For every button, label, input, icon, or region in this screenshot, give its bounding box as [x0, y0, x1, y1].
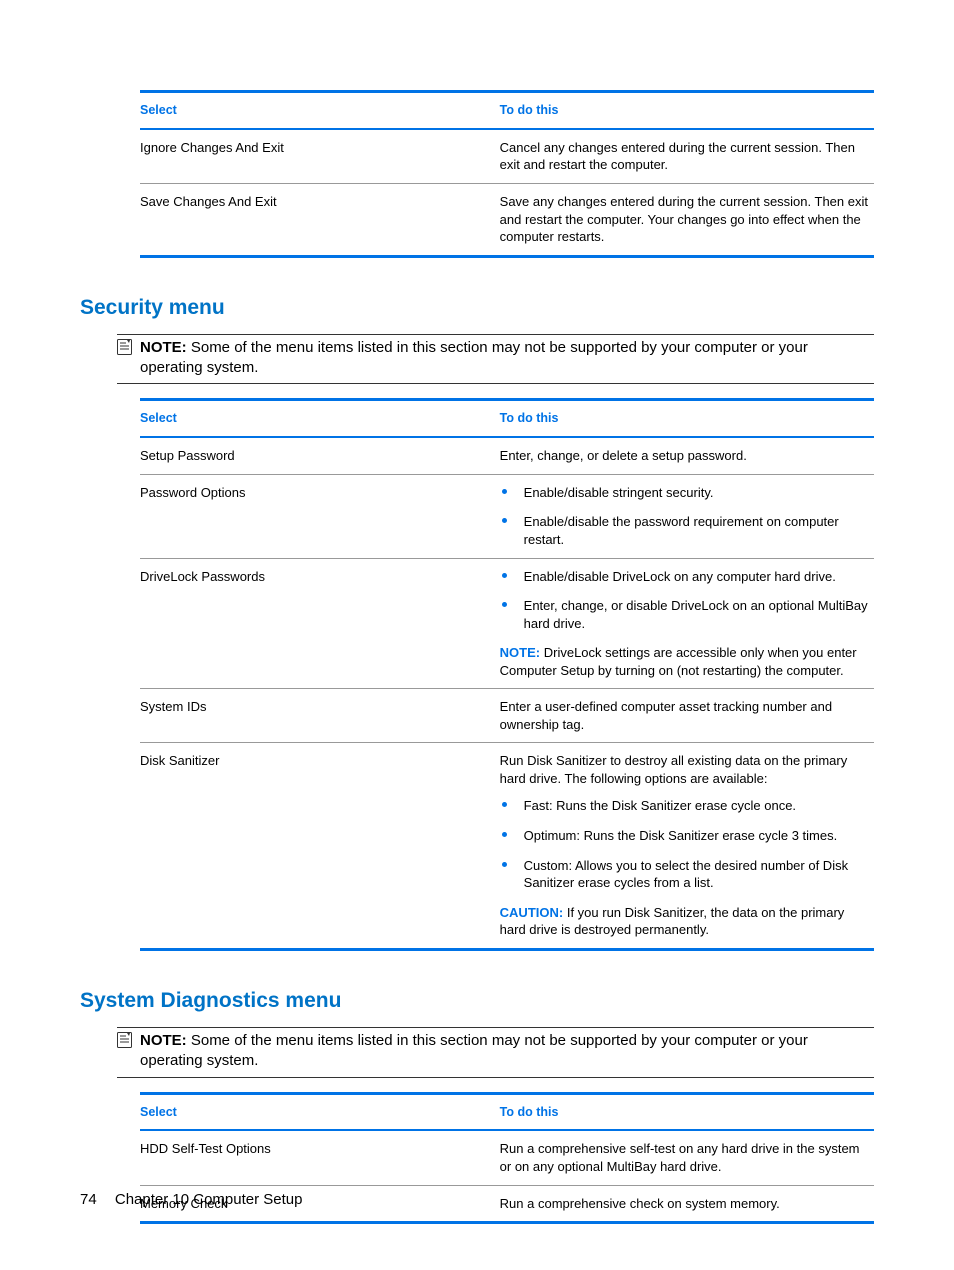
cell-todo: Run a comprehensive check on system memo… — [500, 1185, 874, 1223]
cell-todo: Enable/disable stringent security. Enabl… — [500, 474, 874, 558]
intro-text: Run Disk Sanitizer to destroy all existi… — [500, 752, 868, 787]
cell-select: HDD Self-Test Options — [140, 1130, 500, 1185]
note-block: NOTE: Some of the menu items listed in t… — [117, 1027, 874, 1078]
table-row: HDD Self-Test Options Run a comprehensiv… — [140, 1130, 874, 1185]
bullet-list: Enable/disable stringent security. Enabl… — [500, 484, 868, 549]
chapter-label: Chapter 10 Computer Setup — [115, 1191, 303, 1208]
list-item: Fast: Runs the Disk Sanitizer erase cycl… — [500, 797, 868, 815]
cell-todo: Enable/disable DriveLock on any computer… — [500, 558, 874, 689]
table-row: System IDs Enter a user-defined computer… — [140, 689, 874, 743]
cell-select: Disk Sanitizer — [140, 743, 500, 949]
list-item: Enter, change, or disable DriveLock on a… — [500, 597, 868, 632]
note-body: Some of the menu items listed in this se… — [140, 339, 808, 376]
cell-select: Password Options — [140, 474, 500, 558]
cell-select: Ignore Changes And Exit — [140, 129, 500, 184]
note-block: NOTE: Some of the menu items listed in t… — [117, 334, 874, 385]
inline-note-label: NOTE: — [500, 645, 540, 660]
cell-todo: Run Disk Sanitizer to destroy all existi… — [500, 743, 874, 949]
table-header-select: Select — [140, 92, 500, 129]
page-number: 74 — [80, 1191, 97, 1208]
table-row: Setup Password Enter, change, or delete … — [140, 437, 874, 474]
table-row: Ignore Changes And Exit Cancel any chang… — [140, 129, 874, 184]
bullet-list: Enable/disable DriveLock on any computer… — [500, 568, 868, 633]
bullet-list: Fast: Runs the Disk Sanitizer erase cycl… — [500, 797, 868, 891]
cell-select: Save Changes And Exit — [140, 183, 500, 256]
list-item: Custom: Allows you to select the desired… — [500, 857, 868, 892]
table-header-select: Select — [140, 400, 500, 437]
table-header-todo: To do this — [500, 400, 874, 437]
table-row: DriveLock Passwords Enable/disable Drive… — [140, 558, 874, 689]
inline-note: NOTE: DriveLock settings are accessible … — [500, 644, 868, 679]
cell-todo: Enter a user-defined computer asset trac… — [500, 689, 874, 743]
note-text: NOTE: Some of the menu items listed in t… — [140, 1031, 874, 1072]
note-icon — [117, 1032, 132, 1053]
note-icon — [117, 339, 132, 360]
heading-security: Security menu — [80, 294, 874, 322]
cell-select: Setup Password — [140, 437, 500, 474]
inline-caution: CAUTION: If you run Disk Sanitizer, the … — [500, 904, 868, 939]
table-row: Save Changes And Exit Save any changes e… — [140, 183, 874, 256]
page-footer: 74 Chapter 10 Computer Setup — [80, 1190, 302, 1210]
cell-select: System IDs — [140, 689, 500, 743]
cell-todo: Cancel any changes entered during the cu… — [500, 129, 874, 184]
note-text: NOTE: Some of the menu items listed in t… — [140, 338, 874, 379]
document-page: Select To do this Ignore Changes And Exi… — [0, 0, 954, 1270]
heading-diagnostics: System Diagnostics menu — [80, 987, 874, 1015]
security-menu-table: Select To do this Setup Password Enter, … — [140, 398, 874, 950]
table-row: Password Options Enable/disable stringen… — [140, 474, 874, 558]
table-header-todo: To do this — [500, 1093, 874, 1130]
page-content: Select To do this Ignore Changes And Exi… — [140, 90, 874, 1224]
inline-caution-label: CAUTION: — [500, 905, 564, 920]
exit-menu-table: Select To do this Ignore Changes And Exi… — [140, 90, 874, 258]
note-body: Some of the menu items listed in this se… — [140, 1032, 808, 1069]
cell-todo: Save any changes entered during the curr… — [500, 183, 874, 256]
note-label: NOTE: — [140, 339, 187, 356]
list-item: Enable/disable stringent security. — [500, 484, 868, 502]
table-header-select: Select — [140, 1093, 500, 1130]
cell-todo: Run a comprehensive self-test on any har… — [500, 1130, 874, 1185]
table-header-todo: To do this — [500, 92, 874, 129]
inline-note-text: DriveLock settings are accessible only w… — [500, 645, 857, 678]
list-item: Enable/disable DriveLock on any computer… — [500, 568, 868, 586]
note-label: NOTE: — [140, 1032, 187, 1049]
list-item: Enable/disable the password requirement … — [500, 513, 868, 548]
cell-todo: Enter, change, or delete a setup passwor… — [500, 437, 874, 474]
list-item: Optimum: Runs the Disk Sanitizer erase c… — [500, 827, 868, 845]
table-row: Disk Sanitizer Run Disk Sanitizer to des… — [140, 743, 874, 949]
cell-select: DriveLock Passwords — [140, 558, 500, 689]
